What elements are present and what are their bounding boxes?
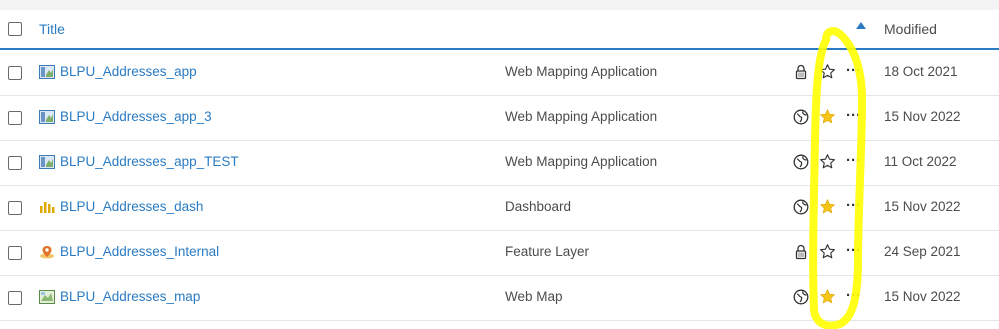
star-outline-icon[interactable] — [819, 63, 836, 80]
web-app-icon — [39, 65, 55, 79]
globe-icon — [793, 289, 809, 305]
row-checkbox[interactable] — [8, 201, 22, 215]
more-options-button[interactable]: ··· — [846, 107, 861, 124]
table-row[interactable]: BLPU_Addresses_app_TEST Web Mapping Appli… — [0, 140, 999, 186]
top-band — [0, 0, 999, 10]
more-options-button[interactable]: ··· — [846, 62, 861, 79]
globe-icon — [793, 109, 809, 125]
more-options-button[interactable]: ··· — [846, 242, 861, 259]
star-outline-icon[interactable] — [819, 243, 836, 260]
row-checkbox[interactable] — [8, 66, 22, 80]
globe-icon — [793, 154, 809, 170]
table-row[interactable]: BLPU_Addresses_app Web Mapping Applicatio… — [0, 50, 999, 96]
item-modified-date: 15 Nov 2022 — [884, 289, 961, 304]
item-title-link[interactable]: BLPU_Addresses_dash — [60, 199, 203, 214]
lock-icon — [793, 244, 809, 260]
item-type: Web Map — [505, 289, 563, 304]
item-modified-date: 24 Sep 2021 — [884, 244, 961, 259]
table-row[interactable]: BLPU_Addresses_dash Dashboard ··· 15 Nov 20… — [0, 185, 999, 231]
item-modified-date: 18 Oct 2021 — [884, 64, 958, 79]
item-type: Dashboard — [505, 199, 572, 214]
column-header-title[interactable]: Title — [39, 21, 65, 37]
more-options-button[interactable]: ··· — [846, 197, 861, 214]
item-title-link[interactable]: BLPU_Addresses_app — [60, 64, 197, 79]
item-modified-date: 15 Nov 2022 — [884, 109, 961, 124]
column-header-modified[interactable]: Modified — [884, 21, 937, 37]
web-app-icon — [39, 110, 55, 124]
item-modified-date: 11 Oct 2022 — [884, 154, 957, 169]
table-header: Title Modified — [0, 10, 999, 50]
select-all-checkbox[interactable] — [8, 22, 22, 36]
item-title-link[interactable]: BLPU_Addresses_map — [60, 289, 200, 304]
row-checkbox[interactable] — [8, 291, 22, 305]
globe-icon — [793, 199, 809, 215]
lock-icon — [793, 64, 809, 80]
feature-layer-icon — [39, 245, 55, 259]
row-checkbox[interactable] — [8, 156, 22, 170]
row-checkbox[interactable] — [8, 111, 22, 125]
item-title-link[interactable]: BLPU_Addresses_Internal — [60, 244, 219, 259]
more-options-button[interactable]: ··· — [846, 287, 861, 304]
item-type: Feature Layer — [505, 244, 590, 259]
dashboard-icon — [39, 200, 55, 214]
item-title-link[interactable]: BLPU_Addresses_app_3 — [60, 109, 212, 124]
item-type: Web Mapping Application — [505, 154, 658, 169]
table-row[interactable]: BLPU_Addresses_app_3 Web Mapping Applicat… — [0, 95, 999, 141]
web-map-icon — [39, 290, 55, 304]
more-options-button[interactable]: ··· — [846, 152, 861, 169]
sort-ascending-icon[interactable] — [856, 22, 866, 29]
table-row[interactable]: BLPU_Addresses_map Web Map ··· 15 Nov 2022 — [0, 275, 999, 321]
item-title-link[interactable]: BLPU_Addresses_app_TEST — [60, 154, 239, 169]
star-filled-icon[interactable] — [819, 108, 836, 125]
star-filled-icon[interactable] — [819, 198, 836, 215]
row-checkbox[interactable] — [8, 246, 22, 260]
star-outline-icon[interactable] — [819, 153, 836, 170]
table-row[interactable]: BLPU_Addresses_Internal Feature Layer ··· 2… — [0, 230, 999, 276]
star-filled-icon[interactable] — [819, 288, 836, 305]
item-type: Web Mapping Application — [505, 109, 658, 124]
item-modified-date: 15 Nov 2022 — [884, 199, 961, 214]
item-type: Web Mapping Application — [505, 64, 658, 79]
web-app-icon — [39, 155, 55, 169]
